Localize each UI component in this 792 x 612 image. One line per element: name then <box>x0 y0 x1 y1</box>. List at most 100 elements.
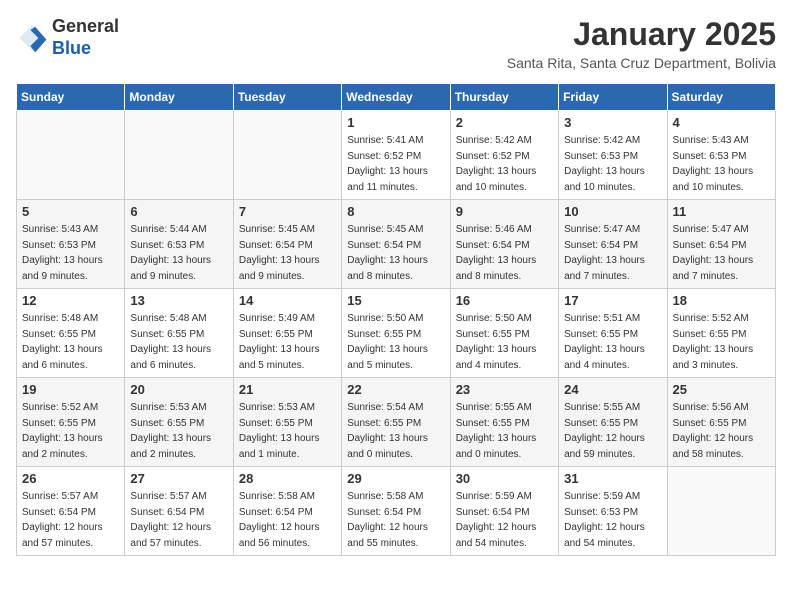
day-number: 23 <box>456 382 553 397</box>
calendar-cell <box>17 111 125 200</box>
calendar-cell: 4 Sunrise: 5:43 AM Sunset: 6:53 PM Daylig… <box>667 111 775 200</box>
day-info: Sunrise: 5:44 AM Sunset: 6:53 PM Dayligh… <box>130 222 227 284</box>
day-info: Sunrise: 5:48 AM Sunset: 6:55 PM Dayligh… <box>22 311 119 373</box>
weekday-header-saturday: Saturday <box>667 84 775 111</box>
calendar-cell <box>233 111 341 200</box>
calendar-cell: 9 Sunrise: 5:46 AM Sunset: 6:54 PM Daylig… <box>450 200 558 289</box>
logo-icon <box>16 22 48 54</box>
calendar-cell: 3 Sunrise: 5:42 AM Sunset: 6:53 PM Daylig… <box>559 111 667 200</box>
day-number: 4 <box>673 115 770 130</box>
location-subtitle: Santa Rita, Santa Cruz Department, Boliv… <box>507 55 776 71</box>
day-info: Sunrise: 5:42 AM Sunset: 6:53 PM Dayligh… <box>564 133 661 195</box>
weekday-header-thursday: Thursday <box>450 84 558 111</box>
day-info: Sunrise: 5:54 AM Sunset: 6:55 PM Dayligh… <box>347 400 444 462</box>
calendar-cell: 11 Sunrise: 5:47 AM Sunset: 6:54 PM Dayli… <box>667 200 775 289</box>
day-number: 29 <box>347 471 444 486</box>
day-number: 26 <box>22 471 119 486</box>
day-number: 3 <box>564 115 661 130</box>
weekday-header-row: SundayMondayTuesdayWednesdayThursdayFrid… <box>17 84 776 111</box>
calendar-cell: 25 Sunrise: 5:56 AM Sunset: 6:55 PM Dayli… <box>667 378 775 467</box>
calendar-cell: 24Sunrise: 5:55 AM Sunset: 6:55 PM Dayli… <box>559 378 667 467</box>
calendar-cell: 31Sunrise: 5:59 AM Sunset: 6:53 PM Dayli… <box>559 467 667 556</box>
calendar-cell: 8Sunrise: 5:45 AM Sunset: 6:54 PM Daylig… <box>342 200 450 289</box>
title-block: January 2025 Santa Rita, Santa Cruz Depa… <box>507 16 776 71</box>
calendar-cell: 19Sunrise: 5:52 AM Sunset: 6:55 PM Dayli… <box>17 378 125 467</box>
day-number: 28 <box>239 471 336 486</box>
day-info: Sunrise: 5:43 AM Sunset: 6:53 PM Dayligh… <box>673 133 770 195</box>
weekday-header-wednesday: Wednesday <box>342 84 450 111</box>
calendar-cell: 17 Sunrise: 5:51 AM Sunset: 6:55 PM Dayli… <box>559 289 667 378</box>
day-info: Sunrise: 5:59 AM Sunset: 6:53 PM Dayligh… <box>564 489 661 551</box>
day-number: 1 <box>347 115 444 130</box>
day-number: 2 <box>456 115 553 130</box>
day-number: 16 <box>456 293 553 308</box>
day-number: 25 <box>673 382 770 397</box>
day-number: 14 <box>239 293 336 308</box>
day-number: 10 <box>564 204 661 219</box>
calendar-cell: 2 Sunrise: 5:42 AM Sunset: 6:52 PM Daylig… <box>450 111 558 200</box>
calendar-cell: 12 Sunrise: 5:48 AM Sunset: 6:55 PM Dayli… <box>17 289 125 378</box>
day-number: 7 <box>239 204 336 219</box>
calendar-cell: 27Sunrise: 5:57 AM Sunset: 6:54 PM Dayli… <box>125 467 233 556</box>
day-info: Sunrise: 5:53 AM Sunset: 6:55 PM Dayligh… <box>130 400 227 462</box>
day-info: Sunrise: 5:58 AM Sunset: 6:54 PM Dayligh… <box>347 489 444 551</box>
day-number: 17 <box>564 293 661 308</box>
page-header: General Blue January 2025 Santa Rita, Sa… <box>16 16 776 71</box>
calendar-cell: 7 Sunrise: 5:45 AM Sunset: 6:54 PM Daylig… <box>233 200 341 289</box>
calendar-cell <box>125 111 233 200</box>
day-info: Sunrise: 5:57 AM Sunset: 6:54 PM Dayligh… <box>130 489 227 551</box>
weekday-header-friday: Friday <box>559 84 667 111</box>
day-number: 30 <box>456 471 553 486</box>
day-info: Sunrise: 5:50 AM Sunset: 6:55 PM Dayligh… <box>456 311 553 373</box>
calendar-cell: 28 Sunrise: 5:58 AM Sunset: 6:54 PM Dayli… <box>233 467 341 556</box>
calendar-cell: 23Sunrise: 5:55 AM Sunset: 6:55 PM Dayli… <box>450 378 558 467</box>
day-number: 18 <box>673 293 770 308</box>
day-number: 9 <box>456 204 553 219</box>
calendar-week-row: 19Sunrise: 5:52 AM Sunset: 6:55 PM Dayli… <box>17 378 776 467</box>
weekday-header-sunday: Sunday <box>17 84 125 111</box>
calendar-cell: 16 Sunrise: 5:50 AM Sunset: 6:55 PM Dayli… <box>450 289 558 378</box>
calendar-cell: 21 Sunrise: 5:53 AM Sunset: 6:55 PM Dayli… <box>233 378 341 467</box>
day-number: 5 <box>22 204 119 219</box>
day-info: Sunrise: 5:42 AM Sunset: 6:52 PM Dayligh… <box>456 133 553 195</box>
day-number: 11 <box>673 204 770 219</box>
day-info: Sunrise: 5:45 AM Sunset: 6:54 PM Dayligh… <box>239 222 336 284</box>
day-info: Sunrise: 5:59 AM Sunset: 6:54 PM Dayligh… <box>456 489 553 551</box>
day-number: 6 <box>130 204 227 219</box>
day-number: 20 <box>130 382 227 397</box>
day-number: 19 <box>22 382 119 397</box>
calendar-cell: 1 Sunrise: 5:41 AM Sunset: 6:52 PM Daylig… <box>342 111 450 200</box>
calendar-cell: 22 Sunrise: 5:54 AM Sunset: 6:55 PM Dayli… <box>342 378 450 467</box>
day-info: Sunrise: 5:56 AM Sunset: 6:55 PM Dayligh… <box>673 400 770 462</box>
calendar-cell: 6 Sunrise: 5:44 AM Sunset: 6:53 PM Daylig… <box>125 200 233 289</box>
calendar-cell <box>667 467 775 556</box>
calendar-week-row: 26 Sunrise: 5:57 AM Sunset: 6:54 PM Dayli… <box>17 467 776 556</box>
day-info: Sunrise: 5:47 AM Sunset: 6:54 PM Dayligh… <box>564 222 661 284</box>
calendar-cell: 18 Sunrise: 5:52 AM Sunset: 6:55 PM Dayli… <box>667 289 775 378</box>
day-info: Sunrise: 5:51 AM Sunset: 6:55 PM Dayligh… <box>564 311 661 373</box>
day-info: Sunrise: 5:52 AM Sunset: 6:55 PM Dayligh… <box>673 311 770 373</box>
day-info: Sunrise: 5:55 AM Sunset: 6:55 PM Dayligh… <box>564 400 661 462</box>
day-info: Sunrise: 5:53 AM Sunset: 6:55 PM Dayligh… <box>239 400 336 462</box>
calendar-cell: 29 Sunrise: 5:58 AM Sunset: 6:54 PM Dayli… <box>342 467 450 556</box>
logo-text: General Blue <box>52 16 119 59</box>
day-info: Sunrise: 5:48 AM Sunset: 6:55 PM Dayligh… <box>130 311 227 373</box>
calendar-week-row: 5 Sunrise: 5:43 AM Sunset: 6:53 PM Daylig… <box>17 200 776 289</box>
logo: General Blue <box>16 16 119 59</box>
calendar-table: SundayMondayTuesdayWednesdayThursdayFrid… <box>16 83 776 556</box>
day-number: 21 <box>239 382 336 397</box>
calendar-cell: 13 Sunrise: 5:48 AM Sunset: 6:55 PM Dayli… <box>125 289 233 378</box>
day-info: Sunrise: 5:47 AM Sunset: 6:54 PM Dayligh… <box>673 222 770 284</box>
calendar-week-row: 1 Sunrise: 5:41 AM Sunset: 6:52 PM Daylig… <box>17 111 776 200</box>
day-number: 12 <box>22 293 119 308</box>
calendar-cell: 20 Sunrise: 5:53 AM Sunset: 6:55 PM Dayli… <box>125 378 233 467</box>
day-info: Sunrise: 5:41 AM Sunset: 6:52 PM Dayligh… <box>347 133 444 195</box>
calendar-week-row: 12 Sunrise: 5:48 AM Sunset: 6:55 PM Dayli… <box>17 289 776 378</box>
day-info: Sunrise: 5:43 AM Sunset: 6:53 PM Dayligh… <box>22 222 119 284</box>
day-number: 22 <box>347 382 444 397</box>
day-info: Sunrise: 5:58 AM Sunset: 6:54 PM Dayligh… <box>239 489 336 551</box>
day-info: Sunrise: 5:46 AM Sunset: 6:54 PM Dayligh… <box>456 222 553 284</box>
day-number: 13 <box>130 293 227 308</box>
day-info: Sunrise: 5:49 AM Sunset: 6:55 PM Dayligh… <box>239 311 336 373</box>
weekday-header-monday: Monday <box>125 84 233 111</box>
